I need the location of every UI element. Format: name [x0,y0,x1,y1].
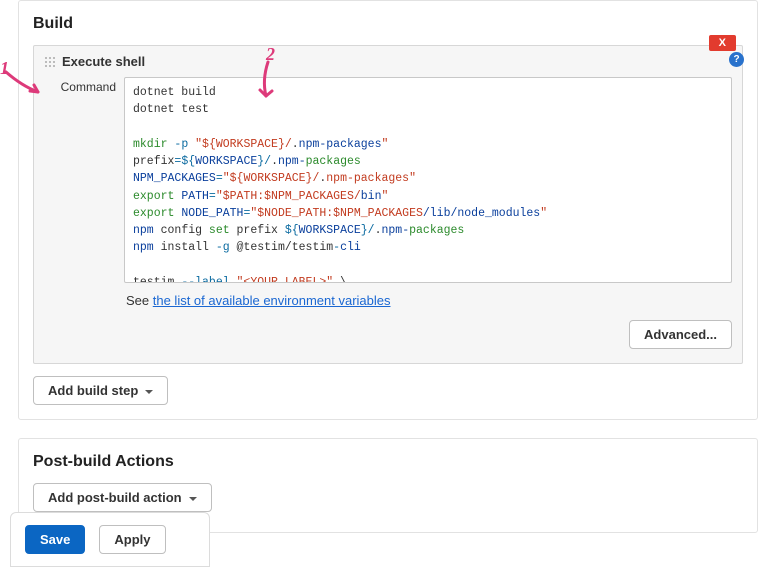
save-button[interactable]: Save [25,525,85,554]
see-prefix: See [126,293,153,308]
env-vars-link[interactable]: the list of available environment variab… [153,293,391,308]
apply-button[interactable]: Apply [99,525,165,554]
command-label: Command [44,77,116,94]
build-section: Build X ? Execute shell Command dotnet b… [18,0,758,420]
env-vars-hint: See the list of available environment va… [126,293,732,308]
advanced-button[interactable]: Advanced... [629,320,732,349]
delete-step-button[interactable]: X [709,35,736,51]
add-post-build-action-button[interactable]: Add post-build action [33,483,212,512]
command-textarea[interactable]: dotnet build dotnet test mkdir -p "${WOR… [124,77,732,283]
footer-actions: Save Apply [10,512,210,567]
build-section-title: Build [33,15,743,33]
step-title: Execute shell [62,54,145,69]
add-build-step-button[interactable]: Add build step [33,376,168,405]
help-icon[interactable]: ? [729,52,744,67]
post-build-title: Post-build Actions [33,453,743,471]
execute-shell-step: X ? Execute shell Command dotnet build d… [33,45,743,364]
drag-handle-icon[interactable] [44,56,56,68]
